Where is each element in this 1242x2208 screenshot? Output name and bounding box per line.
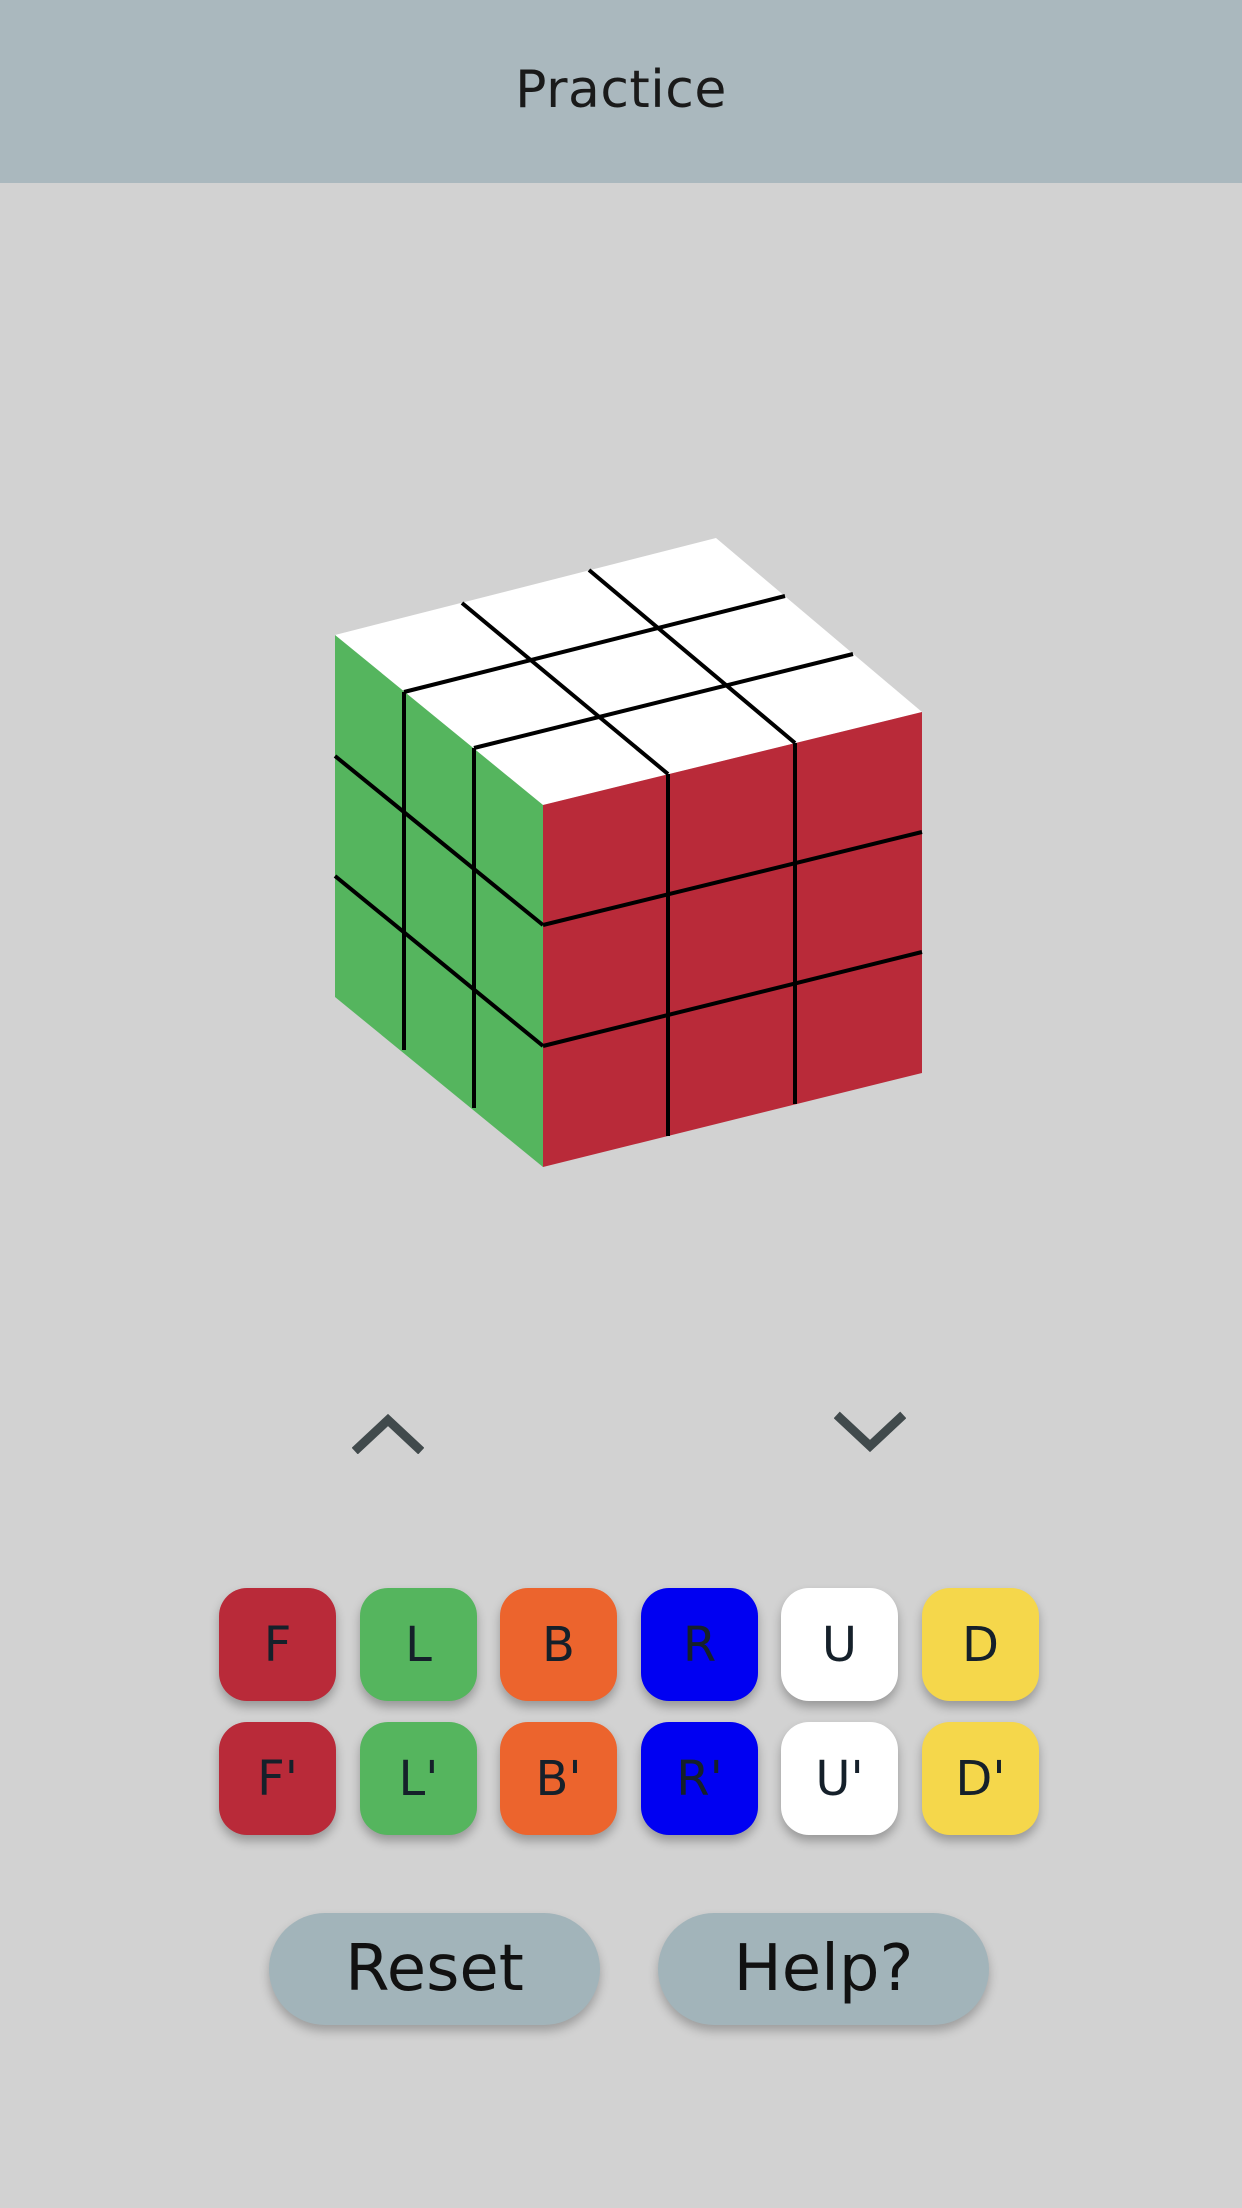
- move-f-button[interactable]: F: [219, 1588, 336, 1701]
- move-label: F: [263, 1616, 292, 1673]
- move-r-prime-button[interactable]: R': [641, 1722, 758, 1835]
- move-r-button[interactable]: R: [641, 1588, 758, 1701]
- move-label: U': [815, 1750, 864, 1807]
- move-label: U: [821, 1616, 858, 1673]
- move-label: L: [405, 1616, 432, 1673]
- move-f-prime-button[interactable]: F': [219, 1722, 336, 1835]
- move-u-button[interactable]: U: [781, 1588, 898, 1701]
- move-label: R: [682, 1616, 717, 1673]
- rotate-down-button[interactable]: [830, 1402, 910, 1462]
- rubiks-cube[interactable]: [0, 0, 1242, 1200]
- rotate-up-button[interactable]: [348, 1402, 428, 1462]
- help-button[interactable]: Help?: [658, 1913, 989, 2025]
- chevron-up-icon: [352, 1413, 424, 1454]
- move-label: L': [398, 1750, 439, 1807]
- move-label: D': [955, 1750, 1006, 1807]
- move-label: B: [542, 1616, 575, 1673]
- move-l-prime-button[interactable]: L': [360, 1722, 477, 1835]
- reset-button[interactable]: Reset: [269, 1913, 600, 2025]
- reset-label: Reset: [345, 1932, 524, 2006]
- move-b-prime-button[interactable]: B': [500, 1722, 617, 1835]
- move-label: R': [676, 1750, 723, 1807]
- move-label: B': [535, 1750, 582, 1807]
- move-u-prime-button[interactable]: U': [781, 1722, 898, 1835]
- move-b-button[interactable]: B: [500, 1588, 617, 1701]
- move-l-button[interactable]: L: [360, 1588, 477, 1701]
- help-label: Help?: [733, 1932, 914, 2006]
- move-label: F': [257, 1750, 298, 1807]
- move-d-prime-button[interactable]: D': [922, 1722, 1039, 1835]
- chevron-down-icon: [834, 1411, 906, 1453]
- move-label: D: [962, 1616, 999, 1673]
- move-d-button[interactable]: D: [922, 1588, 1039, 1701]
